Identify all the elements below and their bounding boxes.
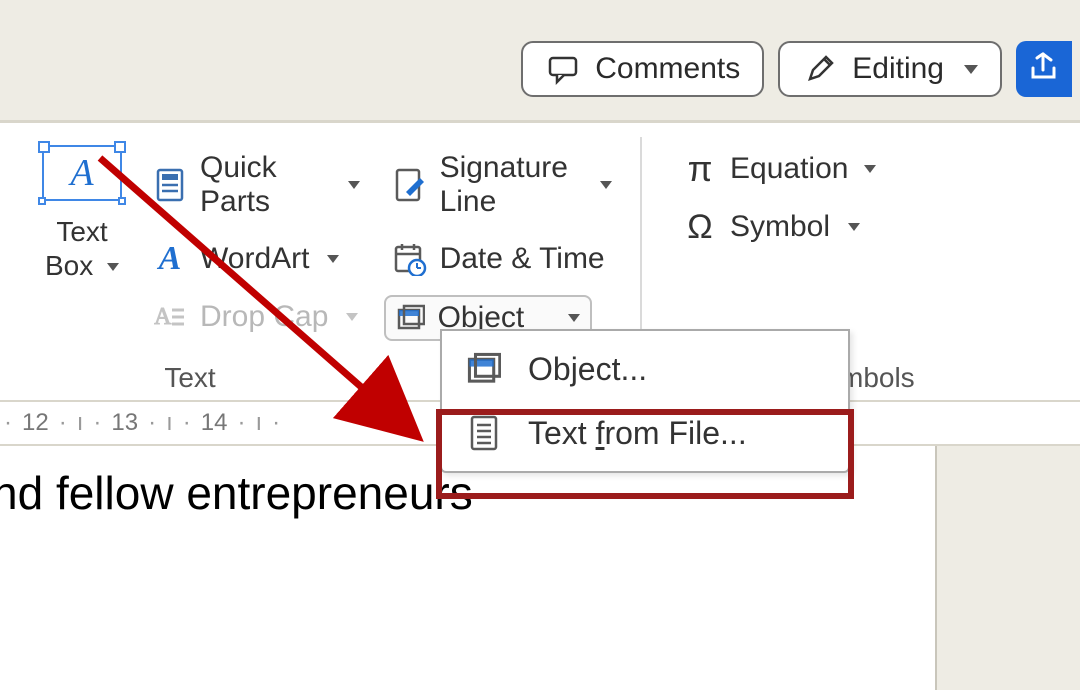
comments-label: Comments [595,52,740,86]
ruler-mark-12: 12 [22,409,49,437]
ruler-mark-13: 13 [111,409,138,437]
dropdown-text-from-file-label: Text from File... [528,415,747,452]
share-icon [1027,50,1061,89]
speech-bubble-icon [545,51,581,87]
drop-cap-label: Drop Cap [200,300,328,334]
equation-label: Equation [730,152,848,186]
signature-line-button[interactable]: Signature Line [384,147,620,223]
symbol-button[interactable]: Ω Symbol [674,205,1060,249]
chevron-down-icon [107,263,119,271]
object-icon [396,303,426,333]
pencil-icon [802,51,838,87]
chevron-down-icon [600,181,612,189]
chevron-down-icon [348,181,360,189]
pi-icon: π [682,151,718,187]
text-box-icon: A [42,145,122,201]
equation-button[interactable]: π Equation [674,147,1060,191]
object-dropdown: Object... Text from File... [440,329,850,473]
signature-line-label: Signature Line [440,151,568,219]
group-label-text: Text [0,362,380,394]
comments-button[interactable]: Comments [521,41,764,97]
ruler-mark-14: 14 [201,409,228,437]
drop-cap-button: A Drop Cap [144,295,368,339]
svg-text:A: A [154,304,172,330]
chevron-down-icon [568,314,580,322]
symbol-label: Symbol [730,210,830,244]
wordart-button[interactable]: A WordArt [144,237,368,281]
editing-mode-button[interactable]: Editing [778,41,1002,97]
text-box-button[interactable]: A TextBox [12,135,136,400]
document-text: nd fellow entrepreneurs [0,466,473,520]
share-button[interactable] [1016,41,1072,97]
wordart-label: WordArt [200,242,309,276]
editing-label: Editing [852,52,944,86]
dropdown-object-label: Object... [528,351,647,388]
drop-cap-icon: A [152,299,188,335]
dropdown-item-text-from-file[interactable]: Text from File... [442,401,848,465]
omega-icon: Ω [682,209,718,245]
signature-icon [392,167,428,203]
quick-parts-icon [152,167,188,203]
chevron-down-icon [346,313,358,321]
file-text-icon [464,413,504,453]
dropdown-item-object[interactable]: Object... [442,337,848,401]
object-icon [464,349,504,389]
date-time-button[interactable]: Date & Time [384,237,620,281]
chevron-down-icon [864,165,876,173]
document-area[interactable]: nd fellow entrepreneurs [0,446,935,690]
chevron-down-icon [327,255,339,263]
quick-parts-label: Quick Parts [200,151,330,219]
wordart-icon: A [152,241,188,277]
quick-parts-button[interactable]: Quick Parts [144,147,368,223]
date-time-label: Date & Time [440,242,605,276]
chevron-down-icon [964,65,978,74]
chevron-down-icon [848,223,860,231]
text-box-label: TextBox [45,215,119,282]
doc-gutter [935,446,1080,690]
calendar-clock-icon [392,241,428,277]
